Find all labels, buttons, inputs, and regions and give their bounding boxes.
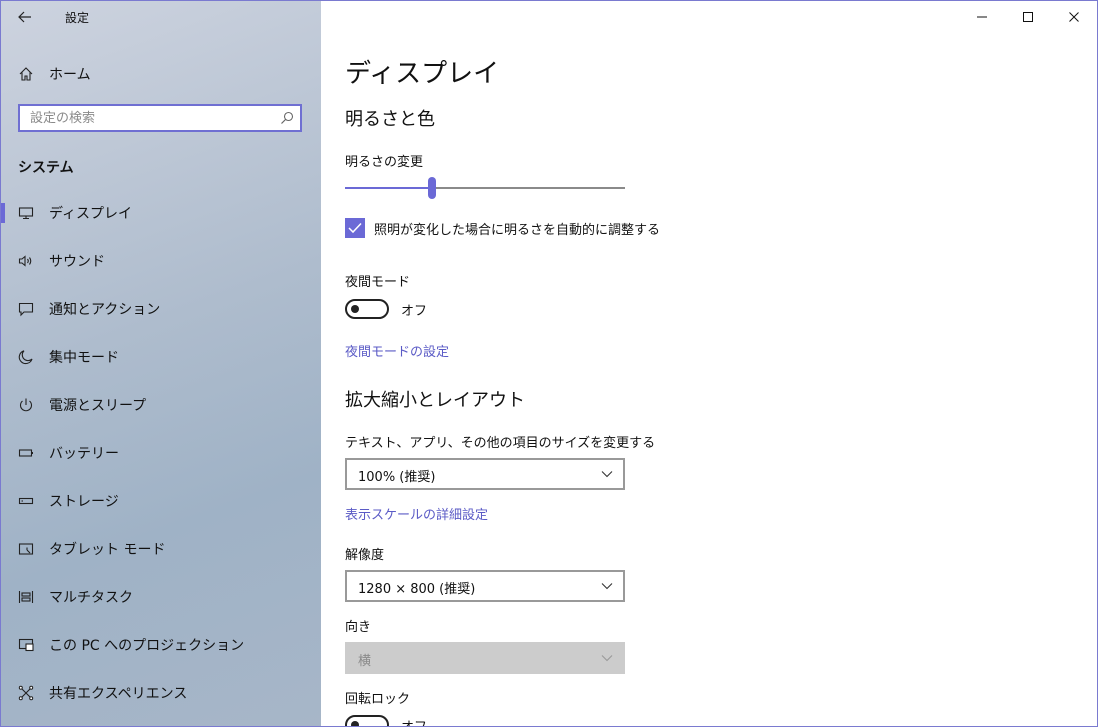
power-icon (17, 396, 35, 414)
sidebar-item-label: 集中モード (49, 350, 119, 366)
search-input[interactable] (20, 106, 280, 130)
sidebar-item-label: この PC へのプロジェクション (49, 638, 245, 654)
sidebar: 設定 ホーム システム ディスプレイ (1, 1, 321, 726)
resolution-dropdown[interactable]: 1280 × 800 (推奨) (345, 570, 625, 602)
close-button[interactable] (1051, 1, 1097, 33)
sidebar-item-shared-experiences[interactable]: 共有エクスペリエンス (1, 669, 321, 717)
slider-fill (345, 187, 432, 189)
sidebar-item-label: サウンド (49, 254, 105, 270)
brightness-slider[interactable] (345, 177, 625, 199)
dropdown-value: 1280 × 800 (推奨) (358, 582, 476, 597)
home-icon (17, 65, 35, 83)
sidebar-item-label: バッテリー (49, 446, 119, 462)
sidebar-item-label: ディスプレイ (49, 206, 133, 222)
text-size-label: テキスト、アプリ、その他の項目のサイズを変更する (345, 436, 656, 451)
checkmark-icon (348, 222, 362, 234)
auto-brightness-label: 照明が変化した場合に明るさを自動的に調整する (374, 222, 661, 238)
home-label: ホーム (49, 67, 91, 83)
night-mode-state: オフ (401, 303, 428, 319)
moon-icon (17, 348, 35, 366)
search-icon[interactable] (280, 111, 294, 125)
page-title: ディスプレイ (345, 59, 500, 89)
sidebar-item-sound[interactable]: サウンド (1, 237, 321, 285)
brightness-heading: 明るさと色 (345, 109, 435, 130)
rotation-lock-label: 回転ロック (345, 692, 411, 707)
sidebar-nav-list: ディスプレイ サウンド 通知とアクション 集中モード 電源とスリープ バッテリー… (1, 189, 321, 717)
sidebar-item-storage[interactable]: ストレージ (1, 477, 321, 525)
chevron-down-icon (601, 583, 613, 590)
app-title: 設定 (65, 11, 90, 25)
sidebar-item-multitasking[interactable]: マルチタスク (1, 573, 321, 621)
monitor-icon (17, 204, 35, 222)
sidebar-item-label: マルチタスク (49, 590, 133, 606)
sidebar-item-label: 電源とスリープ (49, 398, 147, 414)
settings-window: 設定 ホーム システム ディスプレイ (0, 0, 1098, 727)
sidebar-item-battery[interactable]: バッテリー (1, 429, 321, 477)
message-icon (17, 300, 35, 318)
sidebar-item-label: タブレット モード (49, 542, 166, 558)
sidebar-item-home[interactable]: ホーム (1, 57, 321, 91)
chevron-down-icon (601, 655, 613, 662)
scale-layout-heading: 拡大縮小とレイアウト (345, 390, 525, 411)
auto-brightness-option[interactable]: 照明が変化した場合に明るさを自動的に調整する (345, 218, 660, 238)
night-mode-label: 夜間モード (345, 275, 411, 290)
dropdown-value: 横 (358, 654, 372, 669)
main-panel: ディスプレイ 明るさと色 明るさの変更 照明が変化した場合に明るさを自動的に調整… (321, 1, 1097, 726)
auto-brightness-checkbox[interactable] (345, 218, 365, 238)
sidebar-item-display[interactable]: ディスプレイ (1, 189, 321, 237)
rotation-lock-toggle-row: オフ (345, 715, 428, 727)
back-arrow-icon (18, 11, 31, 23)
slider-thumb[interactable] (428, 177, 436, 199)
advanced-scaling-link[interactable]: 表示スケールの詳細設定 (345, 504, 488, 523)
sidebar-item-power-sleep[interactable]: 電源とスリープ (1, 381, 321, 429)
maximize-icon (1023, 12, 1033, 22)
sidebar-item-focus-mode[interactable]: 集中モード (1, 333, 321, 381)
minimize-button[interactable] (959, 1, 1005, 33)
window-controls (959, 1, 1097, 33)
sidebar-item-tablet-mode[interactable]: タブレット モード (1, 525, 321, 573)
minimize-icon (977, 16, 987, 18)
search-box (18, 104, 302, 132)
toggle-knob (351, 721, 359, 726)
close-icon (1069, 12, 1079, 22)
maximize-button[interactable] (1005, 1, 1051, 33)
sidebar-item-label: ストレージ (49, 494, 119, 510)
night-mode-toggle-row: オフ (345, 299, 427, 319)
section-heading-system: システム (18, 160, 74, 176)
back-button[interactable] (11, 5, 39, 29)
sidebar-item-projection[interactable]: この PC へのプロジェクション (1, 621, 321, 669)
toggle-knob (351, 305, 359, 313)
battery-icon (17, 444, 35, 462)
speaker-icon (17, 252, 35, 270)
rotation-lock-toggle[interactable] (345, 715, 389, 726)
title-bar: 設定 (1, 1, 321, 33)
sidebar-item-label: 共有エクスペリエンス (49, 686, 188, 702)
night-mode-toggle[interactable] (345, 299, 389, 319)
orientation-label: 向き (345, 620, 372, 635)
storage-icon (17, 492, 35, 510)
text-size-dropdown[interactable]: 100% (推奨) (345, 458, 625, 490)
brightness-label: 明るさの変更 (345, 155, 424, 170)
sidebar-item-label: 通知とアクション (49, 302, 161, 318)
orientation-dropdown: 横 (345, 642, 625, 674)
night-mode-settings-link[interactable]: 夜間モードの設定 (345, 341, 449, 360)
multitask-icon (17, 588, 35, 606)
sidebar-item-notifications[interactable]: 通知とアクション (1, 285, 321, 333)
rotation-lock-state: オフ (401, 719, 428, 727)
projection-icon (17, 636, 35, 654)
tablet-icon (17, 540, 35, 558)
chevron-down-icon (601, 471, 613, 478)
shared-icon (17, 684, 35, 702)
resolution-label: 解像度 (345, 548, 385, 563)
dropdown-value: 100% (推奨) (358, 470, 436, 485)
